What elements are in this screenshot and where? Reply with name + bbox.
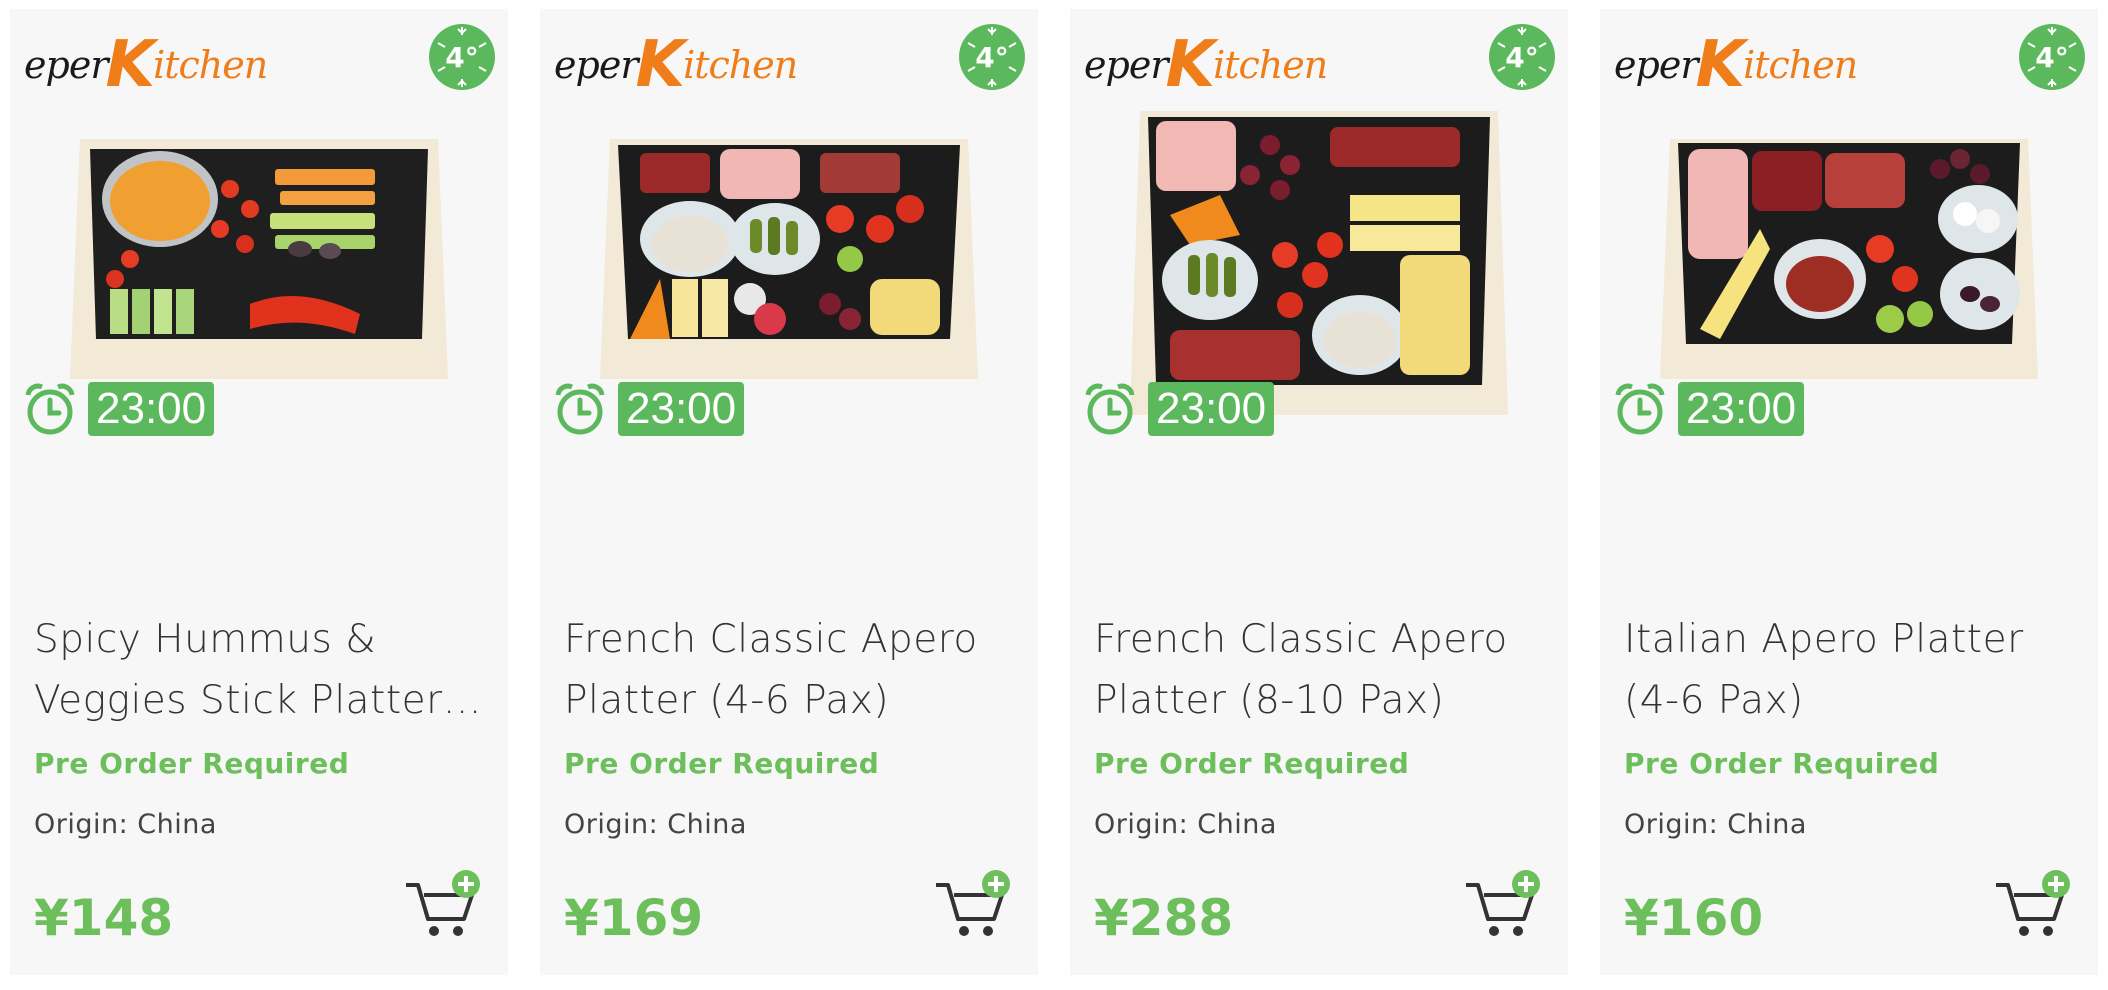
product-origin: Origin: China <box>564 809 747 840</box>
alarm-clock-icon <box>555 383 605 435</box>
product-price: ¥160 <box>1624 889 1764 947</box>
product-grid: eper Kitchen 4° 23:00 Spicy Hummus & Veg… <box>0 0 2108 990</box>
product-title[interactable]: French Classic Apero Platter (8-10 Pax) <box>1094 609 1544 731</box>
preorder-status: Pre Order Required <box>564 747 880 780</box>
product-origin: Origin: China <box>1094 809 1277 840</box>
product-origin: Origin: China <box>34 809 217 840</box>
platter-illustration <box>1660 139 2038 379</box>
svg-text:4°: 4° <box>975 41 1008 74</box>
alarm-clock-icon <box>25 383 75 435</box>
product-title[interactable]: Spicy Hummus & Veggies Stick Platter… <box>34 609 484 731</box>
preorder-status: Pre Order Required <box>1624 747 1940 780</box>
platter-illustration <box>600 139 978 379</box>
product-card[interactable]: eper Kitchen 4° <box>1070 9 1568 975</box>
preorder-status: Pre Order Required <box>1094 747 1410 780</box>
product-card[interactable]: eper Kitchen 4° <box>540 9 1038 975</box>
add-to-cart-icon[interactable] <box>1992 869 2074 941</box>
product-image[interactable]: eper Kitchen 4° 23:00 <box>10 9 508 509</box>
brand-logo: eper Kitchen <box>1614 28 1858 102</box>
product-card[interactable]: eper Kitchen 4° <box>1600 9 2098 975</box>
timer-value: 23:00 <box>618 382 745 436</box>
product-image[interactable]: eper Kitchen 4° 23:00 <box>540 9 1038 509</box>
chilled-temperature-icon: 4° <box>429 24 495 90</box>
countdown-timer: 23:00 <box>1082 381 1275 437</box>
brand-logo: eper Kitchen <box>1084 28 1328 102</box>
add-to-cart-icon[interactable] <box>932 869 1014 941</box>
timer-value: 23:00 <box>88 382 215 436</box>
product-card[interactable]: eper Kitchen 4° <box>10 9 508 975</box>
preorder-status: Pre Order Required <box>34 747 350 780</box>
chilled-temperature-icon: 4° <box>1489 24 1555 90</box>
alarm-clock-icon <box>1085 383 1135 435</box>
svg-text:4°: 4° <box>445 41 478 74</box>
product-image[interactable]: eper Kitchen 4° 23:00 <box>1070 9 1568 509</box>
svg-text:4°: 4° <box>1505 41 1538 74</box>
product-title[interactable]: French Classic Apero Platter (4-6 Pax) <box>564 609 1014 731</box>
brand-logo: eper Kitchen <box>554 28 798 102</box>
add-to-cart-icon[interactable] <box>1462 869 1544 941</box>
brand-logo: eper Kitchen <box>24 28 268 102</box>
product-price: ¥288 <box>1094 889 1234 947</box>
svg-text:4°: 4° <box>2035 41 2068 74</box>
add-to-cart-icon[interactable] <box>402 869 484 941</box>
product-price: ¥148 <box>34 889 174 947</box>
countdown-timer: 23:00 <box>22 381 215 437</box>
timer-value: 23:00 <box>1678 382 1805 436</box>
countdown-timer: 23:00 <box>552 381 745 437</box>
chilled-temperature-icon: 4° <box>2019 24 2085 90</box>
alarm-clock-icon <box>1615 383 1665 435</box>
timer-value: 23:00 <box>1148 382 1275 436</box>
product-title[interactable]: Italian Apero Platter (4-6 Pax) <box>1624 609 2074 731</box>
product-image[interactable]: eper Kitchen 4° 23:00 <box>1600 9 2098 509</box>
countdown-timer: 23:00 <box>1612 381 1805 437</box>
product-origin: Origin: China <box>1624 809 1807 840</box>
chilled-temperature-icon: 4° <box>959 24 1025 90</box>
platter-illustration <box>70 139 448 379</box>
product-price: ¥169 <box>564 889 704 947</box>
platter-illustration <box>1130 111 1508 415</box>
